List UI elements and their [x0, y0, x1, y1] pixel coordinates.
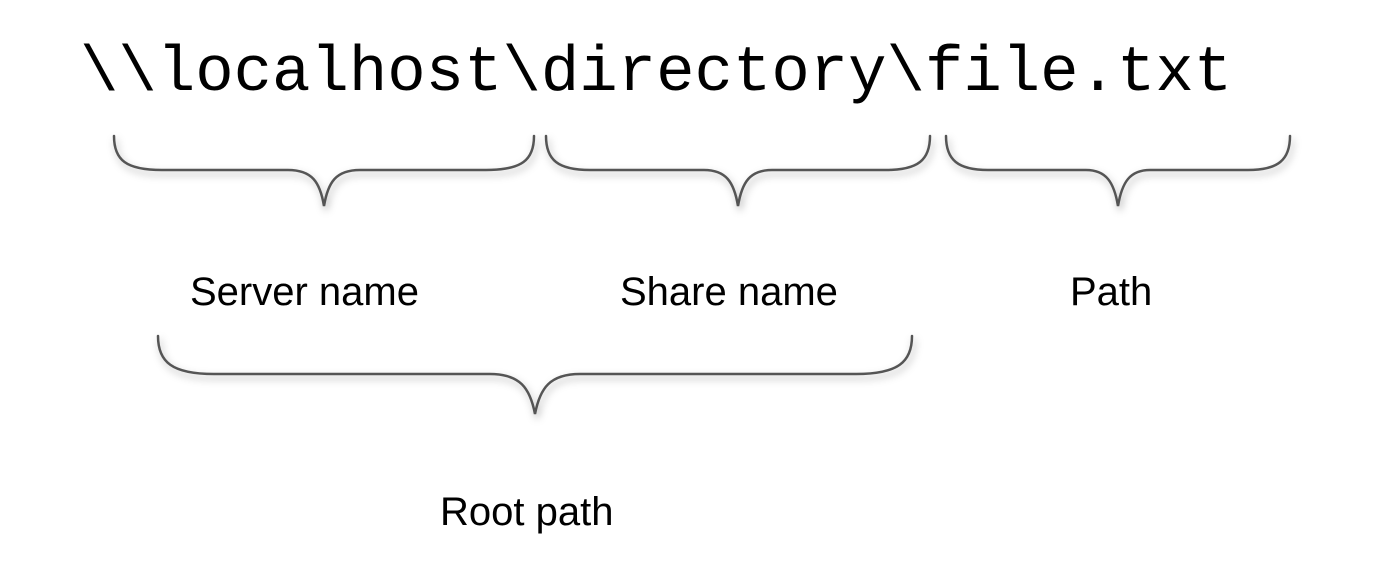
label-root: Root path: [440, 490, 613, 535]
label-server: Server name: [190, 270, 419, 315]
brace-share-icon: [540, 130, 936, 222]
unc-path-text: \\localhost\directory\file.txt: [80, 38, 1232, 110]
label-share: Share name: [620, 270, 838, 315]
label-path: Path: [1070, 270, 1152, 315]
brace-path-icon: [940, 130, 1296, 222]
brace-root-icon: [150, 330, 920, 430]
brace-server-icon: [108, 130, 540, 222]
